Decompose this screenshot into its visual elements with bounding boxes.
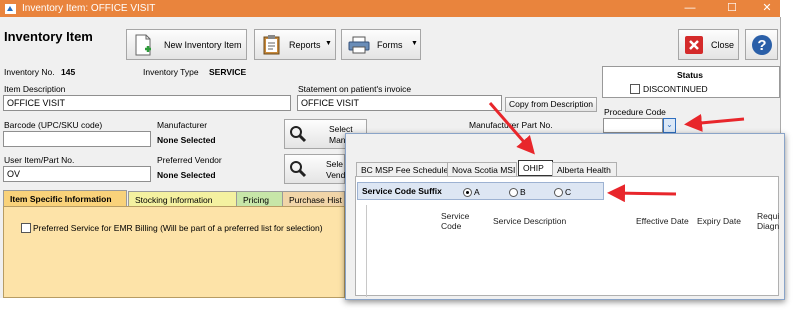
tab-bc-msp[interactable]: BC MSP Fee Schedule bbox=[356, 162, 454, 176]
page-title: Inventory Item bbox=[4, 29, 93, 44]
procedure-code-popup: BC MSP Fee Schedule Nova Scotia MSI OHIP… bbox=[345, 133, 785, 300]
preferred-service-label: Preferred Service for EMR Billing (Will … bbox=[33, 223, 323, 233]
select-vendor-label: Sele Vend bbox=[326, 159, 346, 180]
statement-label: Statement on patient's invoice bbox=[298, 84, 412, 94]
new-document-icon bbox=[135, 34, 151, 56]
column-effective-date[interactable]: Effective Date bbox=[636, 216, 689, 226]
preferred-vendor-value: None Selected bbox=[157, 170, 216, 180]
magnifier-icon bbox=[290, 126, 307, 143]
new-item-button[interactable]: New Inventory Item bbox=[126, 29, 247, 60]
chevron-down-icon: ▼ bbox=[411, 40, 418, 47]
tab-stocking[interactable]: Stocking Information bbox=[128, 191, 240, 206]
discontinued-label: DISCONTINUED bbox=[643, 84, 708, 94]
minimize-button[interactable]: — bbox=[675, 1, 705, 16]
tab-pricing[interactable]: Pricing bbox=[236, 191, 286, 206]
suffix-b-radio[interactable] bbox=[509, 188, 518, 197]
user-item-label: User Item/Part No. bbox=[4, 155, 75, 165]
suffix-a-radio[interactable] bbox=[463, 188, 472, 197]
column-required-diagnosis[interactable]: Requi Diagno bbox=[757, 211, 779, 231]
manufacturer-label: Manufacturer bbox=[157, 120, 208, 130]
help-button[interactable]: ? bbox=[745, 29, 778, 60]
inventory-type-label: Inventory Type bbox=[143, 67, 199, 77]
barcode-label: Barcode (UPC/SKU code) bbox=[4, 120, 103, 130]
inventory-no-label: Inventory No. bbox=[4, 67, 55, 77]
service-code-table: Service Code Service Description Effecti… bbox=[366, 205, 779, 297]
item-description-label: Item Description bbox=[4, 84, 66, 94]
svg-text:?: ? bbox=[757, 37, 766, 54]
tab-ohip[interactable]: OHIP bbox=[518, 160, 553, 176]
suffix-c-label: C bbox=[565, 187, 572, 197]
maximize-button[interactable]: ☐ bbox=[717, 1, 747, 16]
tab-item-specific[interactable]: Item Specific Information bbox=[3, 190, 127, 206]
tab-nova-scotia[interactable]: Nova Scotia MSI bbox=[447, 162, 517, 176]
close-icon bbox=[685, 36, 703, 54]
service-code-suffix-label: Service Code Suffix bbox=[362, 186, 442, 196]
discontinued-checkbox[interactable] bbox=[630, 84, 640, 94]
title-bar: Inventory Item: OFFICE VISIT — ☐ ✕ bbox=[0, 0, 780, 17]
reports-label: Reports bbox=[289, 40, 321, 50]
tab-panel: Preferred Service for EMR Billing (Will … bbox=[3, 206, 345, 298]
select-vendor-button[interactable]: Sele Vend bbox=[284, 154, 345, 184]
new-item-label: New Inventory Item bbox=[164, 40, 242, 50]
help-icon: ? bbox=[752, 35, 772, 55]
status-box: Status DISCONTINUED bbox=[602, 66, 780, 98]
procedure-code-label: Procedure Code bbox=[604, 107, 666, 117]
item-description-field[interactable]: OFFICE VISIT bbox=[3, 95, 291, 111]
forms-button[interactable]: Forms ▼ bbox=[341, 29, 421, 60]
preferred-vendor-label: Preferred Vendor bbox=[157, 155, 222, 165]
close-window-button[interactable]: ✕ bbox=[752, 1, 782, 16]
manufacturer-value: None Selected bbox=[157, 135, 216, 145]
printer-icon bbox=[348, 36, 370, 54]
app-icon bbox=[5, 4, 16, 14]
close-button[interactable]: Close bbox=[678, 29, 739, 60]
clipboard-icon bbox=[263, 35, 280, 55]
user-item-field[interactable]: OV bbox=[3, 166, 151, 182]
column-service-description[interactable]: Service Description bbox=[493, 216, 566, 226]
tab-purchase-history[interactable]: Purchase Hist bbox=[282, 191, 345, 206]
preferred-service-checkbox[interactable] bbox=[21, 223, 31, 233]
inventory-no-value: 145 bbox=[61, 67, 76, 77]
suffix-b-label: B bbox=[520, 187, 526, 197]
column-service-code[interactable]: Service Code bbox=[441, 211, 481, 231]
statement-field[interactable]: OFFICE VISIT bbox=[297, 95, 502, 111]
window-title: Inventory Item: OFFICE VISIT bbox=[22, 3, 156, 14]
reports-button[interactable]: Reports ▼ bbox=[254, 29, 336, 60]
service-code-suffix-group: Service Code Suffix A B C bbox=[357, 182, 604, 200]
suffix-a-label: A bbox=[474, 187, 480, 197]
ohip-panel: Service Code Suffix A B C Service Code S… bbox=[355, 176, 779, 297]
close-label: Close bbox=[711, 40, 735, 50]
chevron-down-icon: ▼ bbox=[325, 40, 332, 47]
suffix-c-radio[interactable] bbox=[554, 188, 563, 197]
forms-label: Forms bbox=[377, 40, 403, 50]
tab-alberta-health[interactable]: Alberta Health bbox=[552, 162, 617, 176]
copy-from-description-button[interactable]: Copy from Description bbox=[505, 97, 597, 112]
manufacturer-part-label: Manufacturer Part No. bbox=[469, 120, 553, 130]
procedure-code-dropdown-icon[interactable]: ⌄ bbox=[663, 118, 676, 133]
magnifier-icon bbox=[290, 161, 307, 178]
procedure-code-field[interactable] bbox=[603, 118, 663, 133]
barcode-field[interactable] bbox=[3, 131, 151, 147]
inventory-type-value: SERVICE bbox=[209, 67, 247, 77]
column-expiry-date[interactable]: Expiry Date bbox=[697, 216, 741, 226]
status-title: Status bbox=[677, 70, 703, 80]
